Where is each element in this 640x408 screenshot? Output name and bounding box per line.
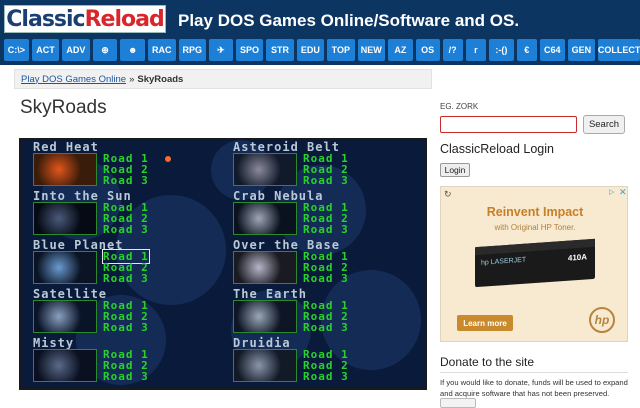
- nav-button-3[interactable]: ⊕: [92, 39, 118, 61]
- breadcrumb: Play DOS Games Online » SkyRoads: [14, 69, 432, 89]
- road-option[interactable]: Road 3: [303, 321, 349, 334]
- category-nav: C:\> ACT ADV ⊕ ☻ RAC RPG ✈ SPO STR EDU TOP NEW AZ OS/?…: [0, 39, 640, 65]
- nav-button-11[interactable]: TOP: [327, 39, 355, 61]
- ad-choices-icon[interactable]: ▷: [609, 188, 618, 197]
- world-name: Misty: [33, 336, 75, 350]
- road-option[interactable]: Road 3: [103, 223, 149, 236]
- world-name: Red Heat: [33, 140, 99, 154]
- game-canvas[interactable]: Red Heat Road 1 Road 2 Road 3 Asteroid Belt R…: [19, 138, 427, 390]
- search-input[interactable]: [440, 116, 577, 133]
- world-thumbnail: [233, 300, 297, 333]
- donate-button[interactable]: [440, 398, 476, 408]
- nav-button-0[interactable]: C:\>: [4, 39, 29, 61]
- world-thumbnail: [33, 153, 97, 186]
- road-option[interactable]: Road 3: [303, 174, 349, 187]
- ad-learn-more-button[interactable]: Learn more: [457, 315, 513, 331]
- ad-refresh-icon[interactable]: ↻: [444, 189, 452, 200]
- road-option[interactable]: Road 3: [103, 272, 149, 285]
- nav-button-12[interactable]: NEW: [357, 39, 385, 61]
- world-thumbnail: [33, 202, 97, 235]
- search-hint: EG. ZORK: [440, 102, 479, 111]
- nav-button-1[interactable]: ACT: [31, 39, 60, 61]
- world-thumbnail: [33, 349, 97, 382]
- nav-button-4[interactable]: ☻: [120, 39, 146, 61]
- world-name: Druidia: [233, 336, 291, 350]
- road-option[interactable]: Road 3: [303, 370, 349, 383]
- nav-button-15[interactable]: /?: [442, 39, 463, 61]
- world-thumbnail: [233, 251, 297, 284]
- breadcrumb-current: SkyRoads: [137, 73, 184, 85]
- login-button[interactable]: Login: [440, 163, 470, 177]
- breadcrumb-home-link[interactable]: Play DOS Games Online: [21, 74, 126, 85]
- site-logo[interactable]: Classic Reload: [4, 5, 166, 33]
- nav-button-20[interactable]: GEN: [567, 39, 596, 61]
- donate-divider: [440, 372, 628, 373]
- site-tagline: Play DOS Games Online/Software and OS.: [178, 11, 520, 30]
- nav-button-21[interactable]: COLLECT: [598, 39, 640, 61]
- road-option[interactable]: Road 3: [103, 321, 149, 334]
- hp-logo: hp: [589, 307, 615, 333]
- nav-button-7[interactable]: ✈: [208, 39, 233, 61]
- nav-button-5[interactable]: RAC: [148, 39, 176, 61]
- search-button[interactable]: Search: [583, 115, 625, 134]
- nav-button-6[interactable]: RPG: [178, 39, 206, 61]
- road-option[interactable]: Road 3: [103, 174, 149, 187]
- nav-button-8[interactable]: SPO: [235, 39, 264, 61]
- ad-headline: Reinvent Impact: [486, 205, 584, 219]
- menu-cursor-icon: [165, 156, 171, 162]
- nav-button-10[interactable]: EDU: [296, 39, 325, 61]
- page-title: SkyRoads: [20, 97, 107, 118]
- nav-button-13[interactable]: AZ: [387, 39, 413, 61]
- donate-heading: Donate to the site: [440, 355, 535, 369]
- logo-reload-text: Reload: [84, 6, 165, 32]
- world-thumbnail: [233, 349, 297, 382]
- world-thumbnail: [33, 251, 97, 284]
- toner-box-image: hp LASERJET 410A: [475, 238, 595, 288]
- world-thumbnail: [233, 202, 297, 235]
- nav-button-2[interactable]: ADV: [62, 39, 90, 61]
- breadcrumb-separator: »: [129, 73, 135, 85]
- nav-button-9[interactable]: STR: [266, 39, 294, 61]
- world-thumbnail: [33, 300, 97, 333]
- world-thumbnail: [233, 153, 297, 186]
- ad-close-icon[interactable]: ✕: [619, 187, 627, 198]
- nav-button-16[interactable]: r: [465, 39, 486, 61]
- world-name: Satellite: [33, 287, 108, 301]
- toner-box-label: 410A: [567, 252, 587, 263]
- login-heading: ClassicReload Login: [440, 142, 554, 156]
- road-option[interactable]: Road 3: [303, 272, 349, 285]
- donate-text: If you would like to donate, funds will …: [440, 378, 628, 398]
- world-name: The Earth: [233, 287, 308, 301]
- nav-button-19[interactable]: C64: [539, 39, 565, 61]
- nav-button-17[interactable]: :-(): [488, 39, 514, 61]
- road-option[interactable]: Road 3: [303, 223, 349, 236]
- road-option[interactable]: Road 3: [103, 370, 149, 383]
- nav-button-18[interactable]: €: [516, 39, 537, 61]
- logo-classic-text: Classic: [6, 6, 85, 32]
- nav-button-14[interactable]: OS: [415, 39, 440, 61]
- advertisement[interactable]: ↻ ▷ ✕ Reinvent Impact with Original HP T…: [440, 186, 628, 342]
- ad-subline: with Original HP Toner.: [494, 223, 576, 232]
- toner-box-brand: hp LASERJET: [481, 256, 527, 267]
- site-header: Classic Reload Play DOS Games Online/Soft…: [0, 0, 640, 39]
